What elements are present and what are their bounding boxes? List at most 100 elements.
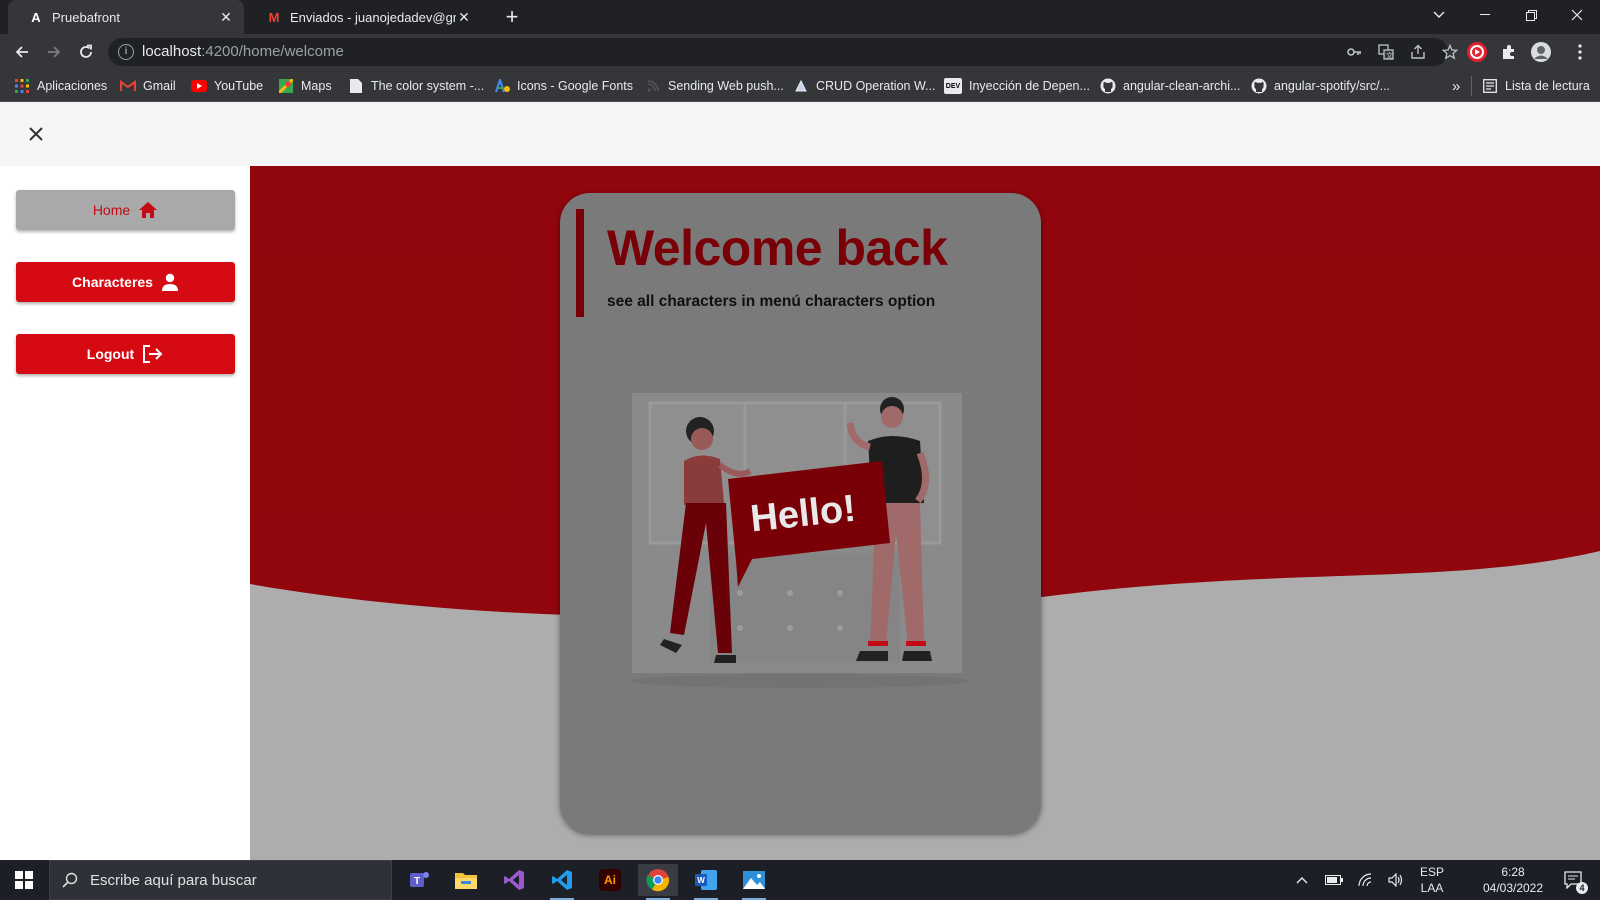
profile-avatar-icon[interactable] xyxy=(1529,40,1553,64)
bookmarks-divider xyxy=(1471,76,1472,96)
windows-start-icon[interactable] xyxy=(0,860,48,900)
bookmark-youtube[interactable]: YouTube xyxy=(191,77,263,95)
chrome-icon[interactable] xyxy=(638,864,678,900)
bookmark-maps[interactable]: Maps xyxy=(278,77,332,95)
bookmark-inyeccion[interactable]: DEV Inyección de Depen... xyxy=(944,77,1090,95)
visual-studio-icon[interactable] xyxy=(494,864,534,896)
youtube-icon xyxy=(191,78,207,94)
battery-icon[interactable] xyxy=(1322,860,1346,900)
translate-icon[interactable]: 文 xyxy=(1378,44,1394,60)
tab-search-chevron-icon[interactable] xyxy=(1416,0,1462,30)
apps-grid-icon xyxy=(14,78,30,94)
characteres-button[interactable]: Characteres xyxy=(16,262,235,302)
gmail-favicon-icon: M xyxy=(268,9,280,25)
welcome-title: Welcome back xyxy=(607,220,948,276)
tab-close-icon[interactable]: ✕ xyxy=(456,9,472,25)
notification-count-badge: 4 xyxy=(1576,882,1588,894)
app-header xyxy=(0,102,1600,166)
logout-label: Logout xyxy=(86,346,135,362)
file-explorer-icon[interactable] xyxy=(446,864,486,896)
extensions-puzzle-icon[interactable] xyxy=(1497,40,1521,64)
welcome-subtitle: see all characters in menú characters op… xyxy=(607,293,936,310)
tab-pruebafront[interactable]: A Pruebafront ✕ xyxy=(8,0,244,34)
maps-icon xyxy=(278,78,294,94)
bookmark-label: Aplicaciones xyxy=(37,79,108,93)
address-bar[interactable]: i localhost:4200/home/welcome 文 xyxy=(108,38,1458,66)
reading-list-button[interactable]: Lista de lectura xyxy=(1482,77,1590,95)
page-viewport: Home Characteres Logout Welcome back see… xyxy=(0,102,1600,860)
logout-icon xyxy=(143,345,163,363)
bookmark-angular-spotify[interactable]: angular-spotify/src/... xyxy=(1251,77,1390,95)
bookmark-label: YouTube xyxy=(214,79,264,93)
lang-top: ESP xyxy=(1419,865,1444,879)
bookmark-label: Gmail xyxy=(143,79,176,93)
extension-red-icon[interactable] xyxy=(1465,40,1489,64)
bookmark-label: The color system -... xyxy=(371,79,485,93)
show-hidden-icons-icon[interactable] xyxy=(1290,860,1314,900)
angular-favicon-icon: A xyxy=(31,9,41,25)
photos-icon[interactable] xyxy=(734,864,774,900)
github-icon xyxy=(1251,78,1267,94)
svg-text:T: T xyxy=(414,876,420,887)
reading-list-label: Lista de lectura xyxy=(1505,79,1590,93)
volume-icon[interactable] xyxy=(1384,860,1408,900)
gmail-icon xyxy=(120,78,136,94)
google-fonts-icon xyxy=(494,78,510,94)
welcome-card: Welcome back see all characters in menú … xyxy=(560,193,1041,833)
svg-text:W: W xyxy=(697,876,705,885)
rss-icon xyxy=(645,78,661,94)
page-icon xyxy=(348,78,364,94)
reload-icon[interactable] xyxy=(72,38,100,66)
home-button[interactable]: Home xyxy=(16,190,235,230)
adobe-illustrator-icon[interactable]: Ai xyxy=(590,864,630,896)
bookmark-star-icon[interactable] xyxy=(1442,44,1458,60)
person-icon xyxy=(161,273,178,291)
bookmark-google-fonts[interactable]: Icons - Google Fonts xyxy=(494,77,633,95)
network-icon[interactable] xyxy=(1354,860,1378,900)
browser-menu-icon[interactable] xyxy=(1568,40,1592,64)
bookmark-label: Maps xyxy=(301,79,332,93)
bookmark-angular-clean[interactable]: angular-clean-archi... xyxy=(1100,77,1240,95)
bookmark-web-push[interactable]: Sending Web push... xyxy=(645,77,784,95)
clock[interactable]: 6:28 04/03/2022 xyxy=(1478,860,1548,900)
restore-icon[interactable] xyxy=(1508,0,1554,30)
close-icon[interactable] xyxy=(24,122,48,146)
bookmark-label: Inyección de Depen... xyxy=(969,79,1090,93)
github-icon xyxy=(1100,78,1116,94)
browser-toolbar: i localhost:4200/home/welcome 文 xyxy=(0,34,1600,70)
teams-icon[interactable]: T xyxy=(398,864,438,896)
site-info-icon[interactable]: i xyxy=(118,44,134,60)
notifications-button[interactable]: 4 xyxy=(1558,860,1590,900)
bookmark-crud-operation[interactable]: CRUD Operation W... xyxy=(793,77,935,95)
lang-bottom: LAA xyxy=(1420,881,1444,895)
main-content: Welcome back see all characters in menú … xyxy=(250,166,1600,860)
input-language-indicator[interactable]: ESP LAA xyxy=(1414,860,1450,900)
bookmark-label: angular-clean-archi... xyxy=(1123,79,1241,93)
tab-close-icon[interactable]: ✕ xyxy=(218,9,234,25)
password-key-icon[interactable] xyxy=(1346,44,1362,60)
url-text[interactable]: localhost:4200/home/welcome xyxy=(142,43,344,60)
search-icon xyxy=(62,872,78,888)
minimize-icon[interactable] xyxy=(1462,0,1508,30)
back-icon[interactable] xyxy=(8,38,36,66)
crud-icon xyxy=(793,78,809,94)
bookmark-gmail[interactable]: Gmail xyxy=(120,77,176,95)
dev-icon: DEV xyxy=(944,78,962,94)
vscode-icon[interactable] xyxy=(542,864,582,900)
forward-icon[interactable] xyxy=(40,38,68,66)
tab-title: Enviados - juanojedadev@gmail. xyxy=(290,9,456,25)
tab-gmail[interactable]: M Enviados - juanojedadev@gmail. ✕ xyxy=(246,0,482,34)
logout-button[interactable]: Logout xyxy=(16,334,235,374)
word-icon[interactable]: W xyxy=(686,864,726,900)
bookmark-label: angular-spotify/src/... xyxy=(1274,79,1391,93)
bookmark-aplicaciones[interactable]: Aplicaciones xyxy=(14,77,107,95)
window-close-icon[interactable] xyxy=(1554,0,1600,30)
share-icon[interactable] xyxy=(1410,44,1426,60)
new-tab-icon[interactable]: + xyxy=(499,4,525,30)
bookmarks-bar: Aplicaciones Gmail YouTube Maps The colo… xyxy=(0,70,1600,102)
bookmark-color-system[interactable]: The color system -... xyxy=(348,77,484,95)
windows-taskbar: Escribe aquí para buscar T Ai W ESP LAA … xyxy=(0,860,1600,900)
taskbar-search-box[interactable]: Escribe aquí para buscar xyxy=(49,860,392,900)
bookmarks-overflow-chevron-icon[interactable]: » xyxy=(1452,77,1460,95)
hello-illustration: Hello! xyxy=(630,393,970,688)
